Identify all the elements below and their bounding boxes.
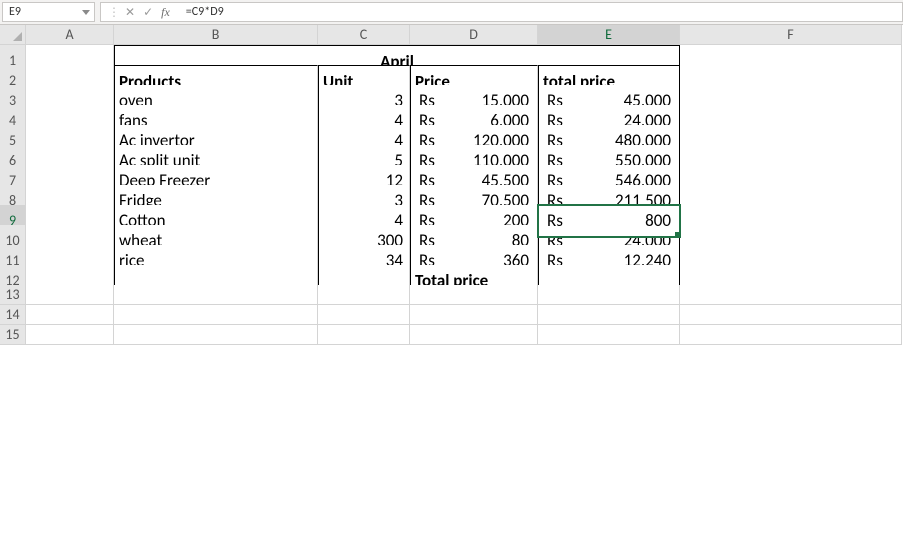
cell-a15[interactable] — [26, 325, 114, 345]
cancel-formula-icon[interactable]: ✕ — [121, 5, 139, 19]
cell-a13[interactable] — [26, 285, 114, 305]
fx-icon[interactable]: fx — [157, 5, 176, 20]
col-header-c[interactable]: C — [318, 25, 410, 45]
cell-e9-selected[interactable]: Rs800 — [538, 205, 680, 237]
col-header-d[interactable]: D — [410, 25, 538, 45]
col-header-e[interactable]: E — [538, 25, 680, 45]
cell-d14[interactable] — [410, 305, 538, 325]
cell-c13[interactable] — [318, 285, 410, 305]
formula-input-group: ⋮ ✕ ✓ fx =C9*D9 — [100, 2, 903, 22]
spreadsheet-grid[interactable]: A B C D E F 1 April 2 Products Unit Pric… — [0, 25, 903, 345]
cell-b15[interactable] — [114, 325, 318, 345]
cell-b14[interactable] — [114, 305, 318, 325]
cell-f13[interactable] — [680, 285, 902, 305]
col-header-a[interactable]: A — [26, 25, 114, 45]
select-all-corner[interactable] — [0, 25, 26, 45]
cell-c15[interactable] — [318, 325, 410, 345]
formula-input[interactable]: =C9*D9 — [176, 5, 896, 19]
row-header-14[interactable]: 14 — [0, 305, 26, 325]
cell-e13[interactable] — [538, 285, 680, 305]
cell-b13[interactable] — [114, 285, 318, 305]
name-box-value: E9 — [9, 5, 21, 19]
name-box[interactable]: E9 — [2, 2, 95, 22]
accept-formula-icon[interactable]: ✓ — [139, 5, 157, 19]
formula-bar: E9 ⋮ ✕ ✓ fx =C9*D9 — [0, 0, 903, 25]
divider-icon: ⋮ — [108, 5, 120, 20]
cell-d13[interactable] — [410, 285, 538, 305]
cell-f15[interactable] — [680, 325, 902, 345]
chevron-down-icon[interactable] — [82, 10, 90, 15]
col-header-f[interactable]: F — [680, 25, 902, 45]
cell-c14[interactable] — [318, 305, 410, 325]
col-header-b[interactable]: B — [114, 25, 318, 45]
cell-e15[interactable] — [538, 325, 680, 345]
row-header-13[interactable]: 13 — [0, 285, 26, 305]
row-header-15[interactable]: 15 — [0, 325, 26, 345]
cell-a14[interactable] — [26, 305, 114, 325]
cell-d15[interactable] — [410, 325, 538, 345]
cell-e14[interactable] — [538, 305, 680, 325]
cell-f14[interactable] — [680, 305, 902, 325]
